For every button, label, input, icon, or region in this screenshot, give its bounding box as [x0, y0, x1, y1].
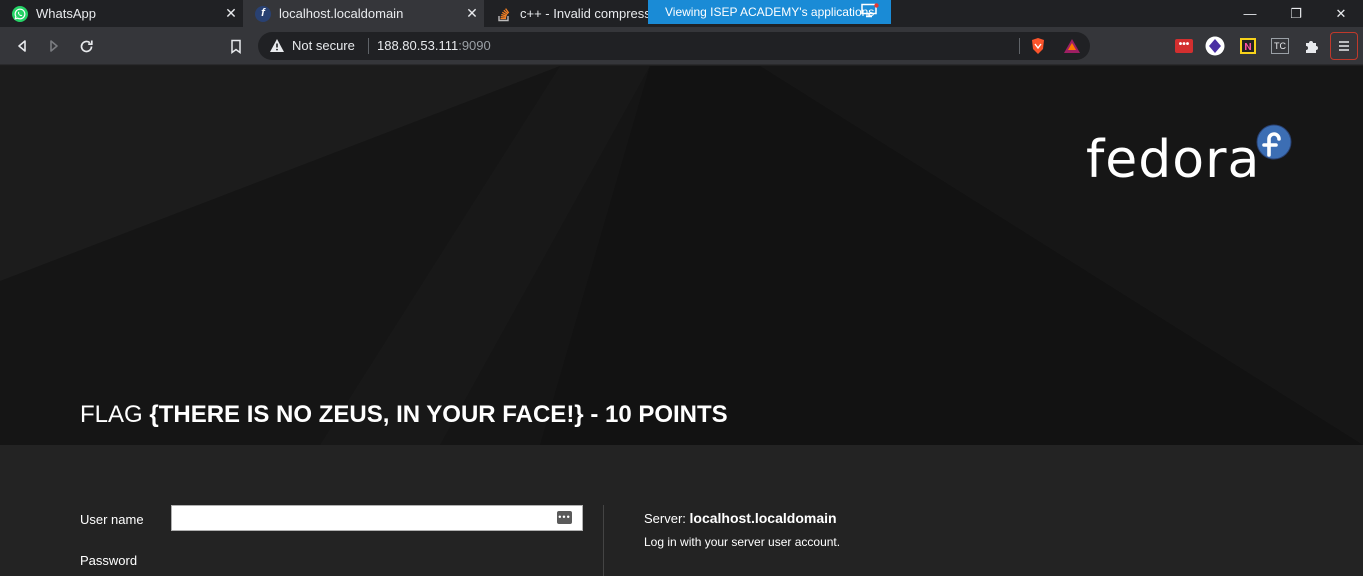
username-label: User name	[80, 512, 144, 527]
tab-strip: WhatsApp ✕ f localhost.localdomain ✕ c++…	[0, 0, 1363, 27]
restore-button[interactable]: ❐	[1273, 0, 1319, 27]
screen-share-banner[interactable]: Viewing ISEP ACADEMY's applications	[648, 0, 891, 24]
login-form: User name ••• Password Server: localhost…	[0, 445, 1363, 576]
extensions-puzzle-icon[interactable]	[1302, 36, 1322, 56]
close-tab-icon[interactable]: ✕	[223, 5, 239, 21]
flag-heading: FLAG {THERE IS NO ZEUS, IN YOUR FACE!} -…	[80, 401, 728, 429]
login-hint: Log in with your server user account.	[644, 535, 841, 549]
back-button[interactable]	[11, 35, 33, 57]
tab-localhost[interactable]: f localhost.localdomain ✕	[243, 0, 484, 27]
warning-icon	[270, 39, 284, 52]
security-status-label[interactable]: Not secure	[292, 38, 355, 53]
password-label: Password	[80, 553, 138, 568]
bookmark-icon	[231, 39, 241, 54]
tab-stackoverflow[interactable]: c++ - Invalid compressed	[484, 0, 649, 27]
close-tab-icon[interactable]: ✕	[464, 5, 480, 21]
extension-dots-icon[interactable]: •••	[1174, 36, 1194, 56]
fedora-logo-icon	[1256, 124, 1292, 160]
bookmark-button[interactable]	[225, 35, 247, 57]
server-info: Server: localhost.localdomain	[644, 510, 837, 526]
extension-purple-icon[interactable]	[1205, 36, 1225, 56]
fedora-wordmark: fedora	[1086, 130, 1261, 190]
tab-title: localhost.localdomain	[279, 6, 404, 21]
omnibox-divider	[368, 38, 369, 54]
reload-button[interactable]	[75, 35, 97, 57]
extension-tc-icon[interactable]: TC	[1270, 36, 1290, 56]
flag-text: {THERE IS NO ZEUS, IN YOUR FACE!} - 10 P…	[149, 401, 728, 428]
brave-rewards-icon[interactable]	[1062, 36, 1082, 56]
omnibox-divider	[1019, 38, 1020, 54]
fedora-favicon-icon: f	[255, 5, 271, 22]
username-input[interactable]: •••	[171, 505, 583, 531]
server-name: localhost.localdomain	[689, 510, 837, 526]
forward-arrow-icon	[50, 40, 58, 52]
login-divider	[603, 505, 604, 576]
url-host: 188.80.53.111	[377, 38, 459, 53]
browser-toolbar: Not secure 188.80.53.111:9090 ••• TC	[0, 27, 1363, 65]
hamburger-menu-icon	[1339, 41, 1349, 51]
tab-title: WhatsApp	[36, 6, 96, 21]
address-bar[interactable]: Not secure 188.80.53.111:9090	[258, 32, 1090, 60]
url-port: :9090	[458, 38, 491, 53]
tab-title: c++ - Invalid compressed	[520, 6, 649, 21]
url-text[interactable]: 188.80.53.111:9090	[377, 38, 491, 53]
back-arrow-icon	[18, 40, 26, 52]
screen-share-icon	[861, 3, 879, 18]
screen-share-text: Viewing ISEP ACADEMY's applications	[665, 5, 875, 19]
stackoverflow-icon	[496, 6, 512, 22]
reload-icon	[80, 40, 93, 52]
extension-notion-icon[interactable]	[1238, 36, 1258, 56]
tab-whatsapp[interactable]: WhatsApp ✕	[0, 0, 243, 27]
close-window-button[interactable]: ✕	[1319, 0, 1363, 27]
browser-menu-button[interactable]	[1330, 32, 1358, 60]
fedora-logo: fedora	[1086, 124, 1296, 194]
server-label: Server:	[644, 511, 690, 526]
brave-shields-icon[interactable]	[1028, 36, 1048, 56]
login-hero-banner: fedora FLAG {THERE IS NO ZEUS, IN YOUR F…	[0, 66, 1363, 445]
password-manager-icon[interactable]: •••	[557, 511, 572, 524]
whatsapp-icon	[12, 5, 28, 22]
forward-button[interactable]	[43, 35, 65, 57]
minimize-button[interactable]: —	[1227, 0, 1273, 27]
web-page: fedora FLAG {THERE IS NO ZEUS, IN YOUR F…	[0, 66, 1363, 576]
flag-prefix: FLAG	[80, 401, 150, 428]
hero-background	[0, 66, 1363, 445]
